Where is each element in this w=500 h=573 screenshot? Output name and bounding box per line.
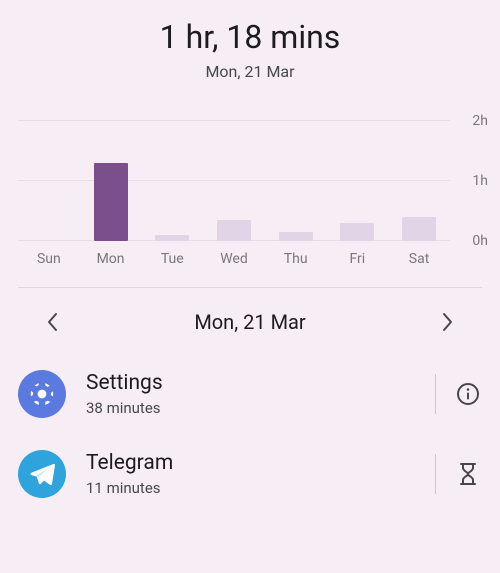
x-axis-label: Wed (203, 251, 265, 267)
bar (155, 235, 189, 241)
x-axis-label: Thu (265, 251, 327, 267)
bar (402, 217, 436, 241)
separator (435, 374, 436, 414)
x-axis-label: Mon (80, 251, 142, 267)
settings-icon (18, 370, 66, 418)
bar (94, 163, 128, 241)
separator (435, 454, 436, 494)
bar (217, 220, 251, 241)
y-axis-label: 2h (472, 113, 488, 129)
telegram-icon (18, 450, 66, 498)
x-axis-label: Fri (327, 251, 389, 267)
app-row-settings[interactable]: Settings 38 minutes (18, 354, 482, 434)
prev-day-button[interactable] (40, 310, 64, 334)
chevron-left-icon (46, 312, 58, 332)
app-name: Settings (86, 371, 417, 395)
bar (340, 223, 374, 241)
app-row-telegram[interactable]: Telegram 11 minutes (18, 434, 482, 514)
app-usage: 11 minutes (86, 479, 417, 497)
next-day-button[interactable] (436, 310, 460, 334)
timer-button[interactable] (454, 460, 482, 488)
bar-mon[interactable] (80, 163, 142, 241)
info-button[interactable] (454, 380, 482, 408)
bar-fri[interactable] (327, 223, 389, 241)
nav-date: Mon, 21 Mar (194, 310, 305, 334)
bar-thu[interactable] (265, 232, 327, 241)
bar-wed[interactable] (203, 220, 265, 241)
bar-tue[interactable] (141, 235, 203, 241)
bar-sat[interactable] (388, 217, 450, 241)
header-date: Mon, 21 Mar (0, 62, 500, 81)
usage-header: 1 hr, 18 mins Mon, 21 Mar (0, 0, 500, 81)
info-icon (456, 382, 480, 406)
x-axis-label: Sun (18, 251, 80, 267)
bar (279, 232, 313, 241)
date-navigator: Mon, 21 Mar (0, 288, 500, 354)
app-usage-list: Settings 38 minutes Telegram 11 minutes (0, 354, 500, 514)
hourglass-icon (458, 462, 478, 486)
x-axis-label: Tue (141, 251, 203, 267)
y-axis-label: 1h (472, 173, 488, 189)
app-name: Telegram (86, 451, 417, 475)
total-usage: 1 hr, 18 mins (0, 18, 500, 56)
chevron-right-icon (442, 312, 454, 332)
usage-chart[interactable]: 0h 1h 2h SunMonTueWedThuFriSat (0, 99, 500, 269)
y-axis-label: 0h (472, 233, 488, 249)
app-usage: 38 minutes (86, 399, 417, 417)
x-axis-label: Sat (388, 251, 450, 267)
